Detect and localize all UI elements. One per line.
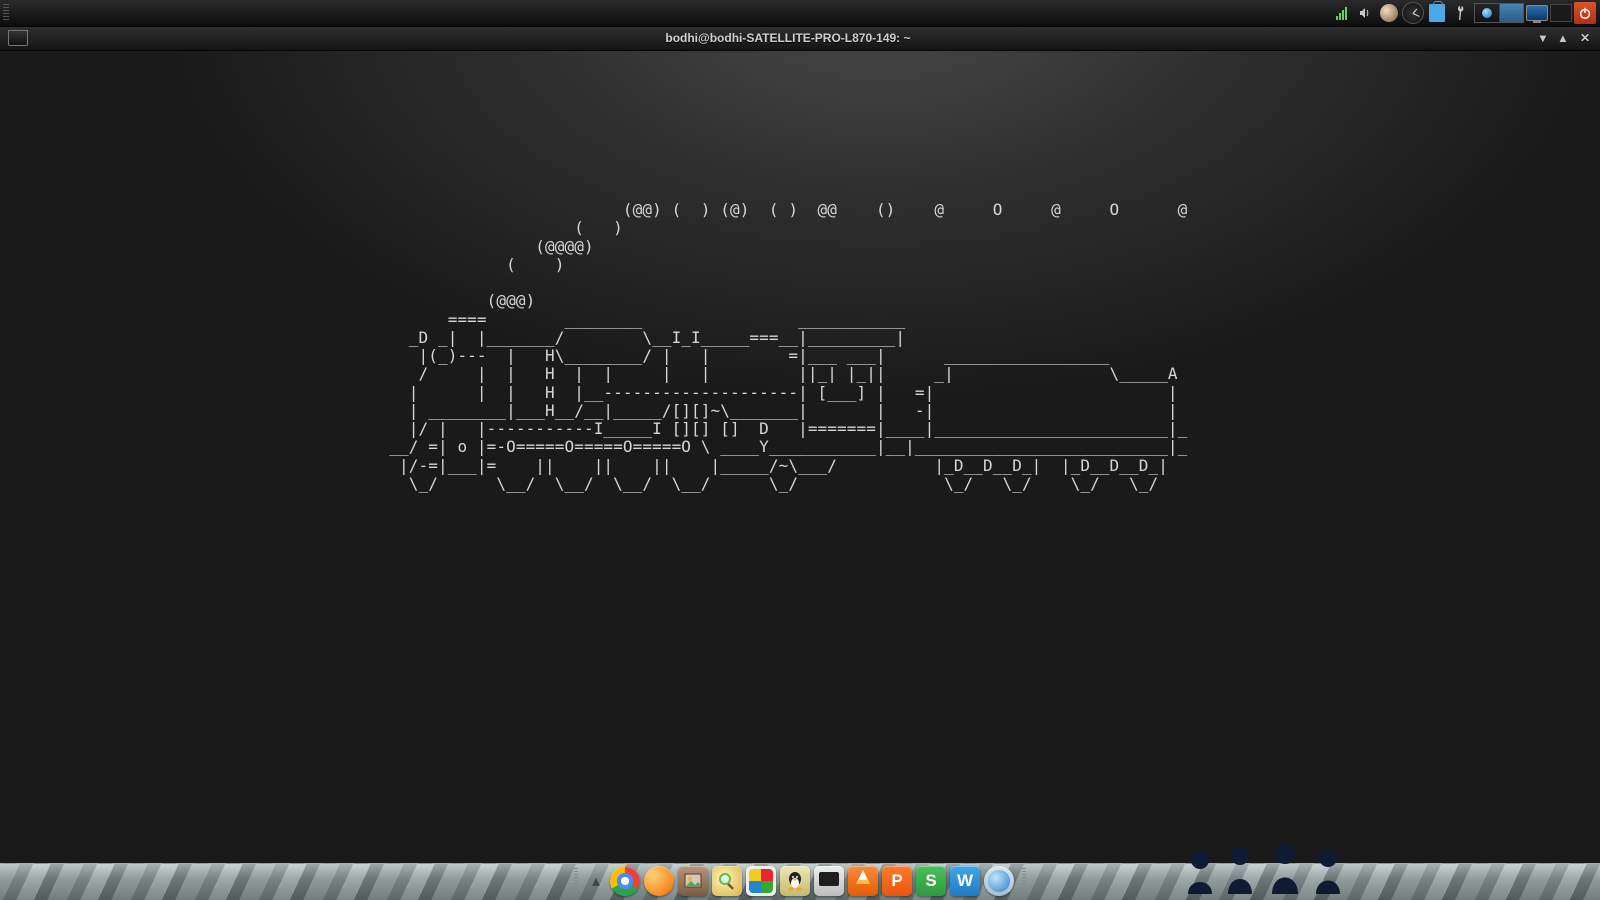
settings-wrench-icon[interactable] <box>1446 0 1477 28</box>
minimize-button[interactable]: ▾ <box>1540 32 1546 44</box>
dock-app-vlc[interactable] <box>848 866 878 896</box>
workspace-2-active[interactable] <box>1500 4 1524 22</box>
window-controls: ▾ ▴ ✕ <box>1540 32 1590 44</box>
dock-app-supertux[interactable] <box>780 866 810 896</box>
dock-grip-right-icon[interactable] <box>1022 868 1026 894</box>
window-title: bodhi@bodhi-SATELLITE-PRO-L870-149: ~ <box>36 31 1540 45</box>
terminal-app-icon <box>8 30 28 46</box>
volume-icon[interactable] <box>1354 2 1376 24</box>
dock-app-image-viewer[interactable] <box>678 866 708 896</box>
workspace-pager[interactable] <box>1474 3 1524 23</box>
dock-expand-button[interactable]: ▴ <box>586 871 606 891</box>
display-icon[interactable] <box>1526 2 1548 24</box>
dock: ▴ P S W <box>570 866 1030 896</box>
terminal-window: bodhi@bodhi-SATELLITE-PRO-L870-149: ~ ▾ … <box>0 26 1600 900</box>
system-tray <box>1330 2 1596 24</box>
panel-grip-icon[interactable] <box>3 4 9 22</box>
maximize-button[interactable]: ▴ <box>1560 32 1566 44</box>
top-panel <box>0 0 1600 27</box>
dock-app-wine[interactable] <box>746 866 776 896</box>
clipboard-icon[interactable] <box>1426 2 1448 24</box>
dock-app-search[interactable] <box>712 866 742 896</box>
dock-app-wps-spreadsheet[interactable]: S <box>916 866 946 896</box>
dock-app-clementine[interactable] <box>644 866 674 896</box>
dock-app-browser[interactable] <box>984 866 1014 896</box>
workspace-1[interactable] <box>1475 4 1500 22</box>
dock-app-chrome[interactable] <box>610 866 640 896</box>
dock-app-wps-presentation[interactable]: P <box>882 866 912 896</box>
user-avatar-icon[interactable] <box>1378 2 1400 24</box>
network-icon[interactable] <box>1330 2 1352 24</box>
dock-grip-left-icon[interactable] <box>574 868 578 894</box>
clock-icon[interactable] <box>1402 2 1424 24</box>
tray-blank <box>1550 2 1572 24</box>
window-titlebar[interactable]: bodhi@bodhi-SATELLITE-PRO-L870-149: ~ ▾ … <box>0 26 1600 51</box>
sl-ascii-art: (@@) ( ) (@) ( ) @@ () @ O @ O @ ( ) (@@… <box>0 201 1187 493</box>
dock-app-wps-writer[interactable]: W <box>950 866 980 896</box>
power-button[interactable] <box>1574 2 1596 24</box>
close-button[interactable]: ✕ <box>1580 32 1590 44</box>
dock-app-system-monitor[interactable] <box>814 866 844 896</box>
terminal-body[interactable]: (@@) ( ) (@) ( ) @@ () @ O @ O @ ( ) (@@… <box>0 51 1600 900</box>
